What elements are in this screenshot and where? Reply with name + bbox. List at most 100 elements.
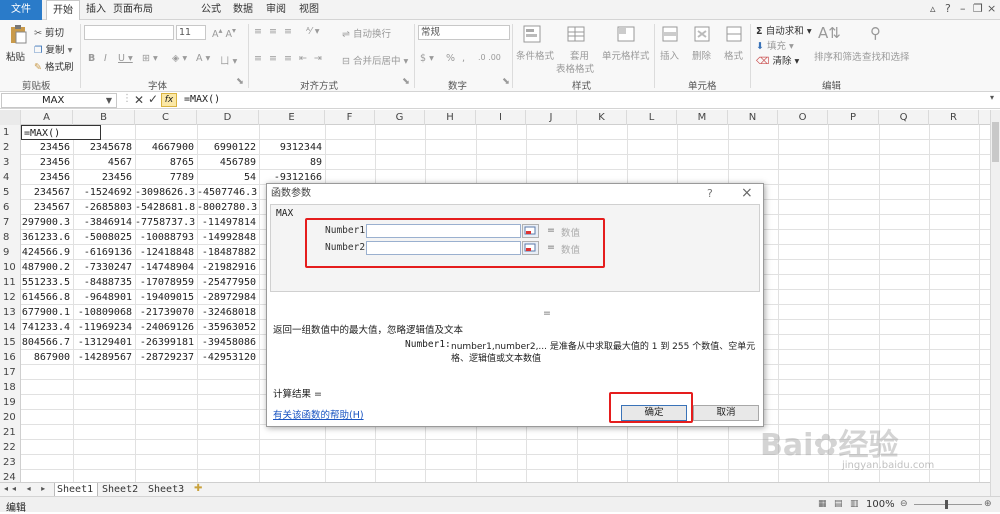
table-cell[interactable]: -24069126	[135, 320, 197, 335]
percent-button[interactable]: %	[446, 53, 455, 64]
row-header[interactable]: 6	[0, 200, 21, 215]
insert-cells-button[interactable]: 插入	[660, 48, 679, 62]
table-cell[interactable]: -21739070	[135, 305, 197, 320]
vertical-scrollbar[interactable]	[990, 110, 1000, 496]
paste-button[interactable]: 粘贴	[6, 49, 25, 63]
merge-center-button[interactable]: ⊟ 合并后居中 ▾	[342, 53, 408, 67]
active-cell-a1[interactable]: =MAX()	[21, 125, 101, 140]
table-cell[interactable]: -18487882	[197, 245, 259, 260]
table-cell[interactable]: 4667900	[135, 140, 197, 155]
column-header[interactable]: K	[577, 110, 627, 125]
table-cell[interactable]: -3098626.3	[135, 185, 197, 200]
format-as-table-line1[interactable]: 套用	[570, 48, 589, 62]
tab-file[interactable]: 文件	[0, 0, 42, 20]
tab-view[interactable]: 视图	[295, 0, 323, 20]
row-header[interactable]: 13	[0, 305, 21, 320]
table-cell[interactable]: -21982916	[197, 260, 259, 275]
formula-input[interactable]: =MAX()	[180, 93, 990, 108]
tab-insert[interactable]: 插入	[82, 0, 110, 20]
table-cell[interactable]: -26399181	[135, 335, 197, 350]
insert-cells-icon[interactable]	[660, 24, 680, 44]
cut-button[interactable]: ✂ 剪切	[34, 25, 64, 39]
table-cell[interactable]: 804566.7	[21, 335, 73, 350]
column-header[interactable]: E	[259, 110, 325, 125]
font-name-combo[interactable]	[84, 25, 174, 40]
dialog-help-icon[interactable]: ?	[707, 187, 713, 200]
cell-styles-icon[interactable]	[616, 24, 636, 44]
row-header[interactable]: 16	[0, 350, 21, 365]
table-cell[interactable]: -10809068	[73, 305, 135, 320]
table-cell[interactable]: -6169136	[73, 245, 135, 260]
number-dialog-launcher-icon[interactable]: ⬊	[502, 76, 510, 87]
alignment-dialog-launcher-icon[interactable]: ⬊	[402, 76, 410, 87]
column-header[interactable]: O	[778, 110, 828, 125]
table-cell[interactable]: 4567	[73, 155, 135, 170]
table-cell[interactable]: 9312344	[259, 140, 325, 155]
scroll-thumb[interactable]	[992, 122, 999, 162]
border-icon[interactable]: ⊞ ▾	[142, 53, 158, 64]
window-close-icon[interactable]: ×	[987, 2, 996, 15]
row-header[interactable]: 12	[0, 290, 21, 305]
window-minimize-icon[interactable]: –	[960, 2, 966, 15]
column-header[interactable]: I	[476, 110, 526, 125]
row-header[interactable]: 23	[0, 455, 21, 470]
tab-data[interactable]: 数据	[229, 0, 257, 20]
copy-button[interactable]: ❐ 复制 ▾	[34, 42, 72, 56]
table-cell[interactable]: -35963052	[197, 320, 259, 335]
window-restore-icon[interactable]: ❐	[973, 2, 983, 15]
table-cell[interactable]: -13129401	[73, 335, 135, 350]
row-header[interactable]: 19	[0, 395, 21, 410]
row-header[interactable]: 5	[0, 185, 21, 200]
sheet-tab-3[interactable]: Sheet3	[146, 483, 190, 497]
currency-icon[interactable]: $ ▾	[420, 53, 434, 64]
bold-icon[interactable]: B	[88, 53, 95, 64]
table-cell[interactable]: -14289567	[73, 350, 135, 365]
format-cells-icon[interactable]	[724, 24, 744, 44]
row-header[interactable]: 8	[0, 230, 21, 245]
table-cell[interactable]: 2345678	[73, 140, 135, 155]
table-cell[interactable]: -1524692	[73, 185, 135, 200]
sheet-tab-2[interactable]: Sheet2	[100, 483, 144, 497]
row-header[interactable]: 11	[0, 275, 21, 290]
table-cell[interactable]: -5428681.8	[135, 200, 197, 215]
minimize-ribbon-icon[interactable]: ▵	[930, 2, 936, 15]
table-cell[interactable]: -19409015	[135, 290, 197, 305]
column-header[interactable]: F	[325, 110, 375, 125]
column-header[interactable]: R	[929, 110, 979, 125]
table-cell[interactable]: -28729237	[135, 350, 197, 365]
find-icon[interactable]: ⚲	[870, 24, 881, 42]
format-as-table-icon[interactable]	[566, 24, 586, 44]
page-layout-view-icon[interactable]: ▤	[834, 499, 843, 509]
table-cell[interactable]: 234567	[21, 200, 73, 215]
table-cell[interactable]: 487900.2	[21, 260, 73, 275]
normal-view-icon[interactable]: ▦	[818, 499, 827, 509]
column-header[interactable]: N	[728, 110, 778, 125]
table-cell[interactable]: 361233.6	[21, 230, 73, 245]
table-cell[interactable]: 234567	[21, 185, 73, 200]
conditional-format-icon[interactable]	[522, 24, 542, 44]
column-header[interactable]: H	[425, 110, 476, 125]
table-cell[interactable]: -3846914	[73, 215, 135, 230]
grow-font-icon[interactable]: A▴ A▾	[212, 26, 236, 40]
cell-styles-button[interactable]: 单元格样式	[602, 48, 650, 62]
table-cell[interactable]: 23456	[21, 140, 73, 155]
function-help-link[interactable]: 有关该函数的帮助(H)	[273, 407, 364, 421]
table-cell[interactable]: -5008025	[73, 230, 135, 245]
number-format-combo[interactable]: 常规	[418, 25, 510, 40]
cancel-button[interactable]: 取消	[693, 405, 759, 421]
insert-sheet-icon[interactable]: ✚	[194, 483, 202, 494]
tab-home[interactable]: 开始	[46, 0, 80, 20]
phonetic-icon[interactable]: ㄩ ▾	[220, 53, 237, 67]
sort-filter-icon[interactable]: A⇅	[818, 24, 841, 42]
table-cell[interactable]: -7758737.3	[135, 215, 197, 230]
table-cell[interactable]: -9648901	[73, 290, 135, 305]
row-header[interactable]: 20	[0, 410, 21, 425]
table-cell[interactable]: 23456	[21, 155, 73, 170]
font-size-combo[interactable]: 11	[176, 25, 206, 40]
column-header[interactable]: G	[375, 110, 425, 125]
dialog-close-icon[interactable]: ×	[741, 185, 753, 201]
sort-filter-button[interactable]: 排序和筛选	[814, 49, 862, 63]
column-header[interactable]: A	[21, 110, 73, 125]
zoom-out-icon[interactable]: ⊖	[900, 499, 908, 509]
column-header[interactable]: L	[627, 110, 677, 125]
